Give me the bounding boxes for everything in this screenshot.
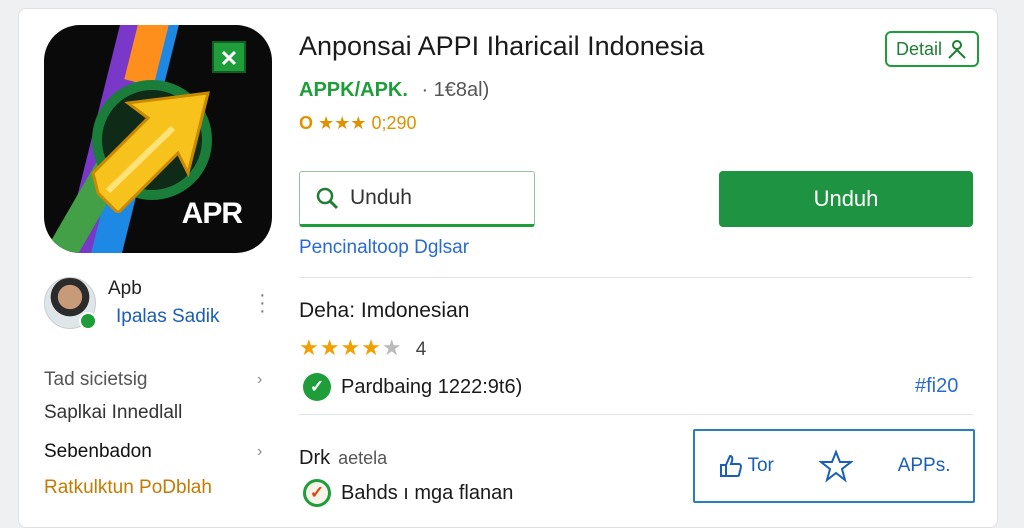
search-icon: [316, 187, 339, 210]
detail-button-label: Detail: [895, 38, 943, 59]
sidebar-item-4[interactable]: Ratkulktun PoDblah: [44, 477, 212, 499]
arrow-icon: [91, 91, 210, 213]
favorite-action[interactable]: [818, 449, 853, 483]
rating-stars-icon: ★★★: [318, 113, 367, 133]
rating-prefix: O: [299, 113, 314, 133]
thumb-up-icon: [720, 454, 743, 477]
verify-text: Pardbaing 1222:9t6): [341, 375, 523, 398]
bahasa-text: Bahds ı mga flanan: [341, 481, 514, 504]
check-circle-icon: ✓: [303, 373, 331, 401]
sidebar-item-1[interactable]: Tad sicietsig: [44, 369, 148, 391]
publisher-line: APPK/APK. · 1€8al): [299, 79, 489, 102]
person-icon: [948, 40, 966, 59]
star-filled-icon: ★★★★: [299, 335, 382, 360]
publisher-meta: · 1€8al): [421, 79, 490, 101]
more-options-icon[interactable]: · · ·: [259, 285, 266, 321]
sidebar-item-3[interactable]: Sebenbadon: [44, 441, 152, 463]
chevron-right-icon: ›: [257, 371, 263, 388]
drk-label: Drk: [299, 447, 331, 469]
rating-summary: O ★★★ 0;290: [299, 113, 417, 134]
like-label: Tor: [747, 455, 774, 476]
star-count: 4: [415, 339, 428, 360]
check-badge-icon: ✓: [303, 479, 331, 507]
drk-value: aetela: [338, 448, 388, 468]
star-empty-icon: ★: [381, 335, 403, 360]
action-panel: Tor APPs.: [693, 429, 975, 503]
profile-name: Apb: [108, 278, 142, 299]
detail-button[interactable]: Detail: [885, 31, 979, 67]
star-rating: ★★★★★ 4: [299, 335, 427, 361]
developer-profile[interactable]: Apb Ipalas Sadik: [44, 277, 220, 330]
search-input[interactable]: [350, 186, 510, 210]
language-line: Deha: Imdonesian: [299, 299, 470, 322]
rating-value: 0;290: [371, 113, 417, 133]
app-icon[interactable]: ✕ APR: [44, 25, 272, 253]
like-action[interactable]: Tor: [717, 453, 774, 479]
drk-line: Drk aetela: [299, 447, 387, 470]
profile-sub[interactable]: Ipalas Sadik: [116, 306, 220, 328]
verified-badge-icon: [79, 312, 97, 330]
avatar: [44, 277, 97, 330]
apps-action[interactable]: APPs.: [898, 455, 951, 477]
verify-line: ✓ Pardbaing 1222:9t6): [303, 373, 522, 401]
hash-link[interactable]: #fi20: [915, 375, 958, 398]
chevron-right-icon: ›: [257, 443, 263, 460]
divider: [299, 414, 973, 415]
apps-icon: APPs.: [897, 455, 951, 476]
divider: [299, 277, 973, 278]
star-icon: [818, 449, 853, 483]
secondary-link[interactable]: Pencinaltoop Dglsar: [299, 237, 469, 259]
publisher-name[interactable]: APPK/APK.: [299, 79, 408, 101]
install-button[interactable]: Unduh: [719, 171, 973, 227]
icon-label: APR: [181, 197, 243, 230]
search-box[interactable]: [299, 171, 535, 227]
app-title: Anponsai APPI Iharicail Indonesia: [299, 31, 705, 61]
x-badge-icon: ✕: [212, 41, 246, 73]
bahasa-line: ✓ Bahds ı mga flanan: [303, 479, 513, 507]
sidebar-item-2[interactable]: Saplkai Innedlall: [44, 402, 182, 424]
app-listing-card: ✕ APR Anponsai APPI Iharicail Indonesia …: [18, 8, 998, 528]
